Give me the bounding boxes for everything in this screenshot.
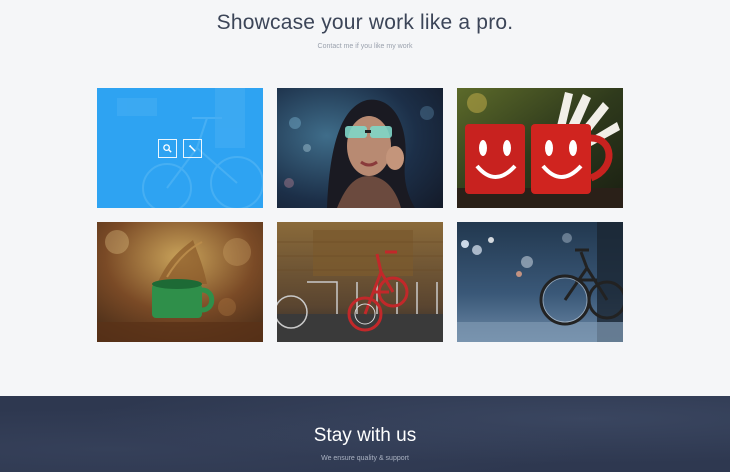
portfolio-item-red-bicycle[interactable] (277, 222, 443, 342)
footer-subtitle: We ensure quality & support (321, 455, 409, 462)
portfolio-image (277, 222, 443, 342)
portfolio-section: Showcase your work like a pro. Contact m… (0, 0, 730, 396)
section-subtitle: Contact me if you like my work (317, 43, 413, 50)
portfolio-image (97, 222, 263, 342)
portfolio-image (457, 88, 623, 208)
zoom-button[interactable] (158, 138, 177, 158)
portfolio-item-night-bicycle[interactable] (457, 222, 623, 342)
portfolio-item-red-mugs[interactable] (457, 88, 623, 208)
portfolio-item-woman-sunglasses[interactable] (277, 88, 443, 208)
section-title: Showcase your work like a pro. (216, 11, 514, 34)
portfolio-image (457, 222, 623, 342)
portfolio-image (277, 88, 443, 208)
hover-actions (97, 88, 263, 208)
footer-title: Stay with us (313, 425, 417, 446)
search-icon (163, 143, 172, 153)
link-icon (188, 144, 196, 152)
footer-band: Stay with us We ensure quality & support (0, 396, 730, 472)
link-button[interactable] (183, 138, 202, 158)
portfolio-item-bicycle-overlay[interactable] (97, 88, 263, 208)
portfolio-item-green-cup[interactable] (97, 222, 263, 342)
